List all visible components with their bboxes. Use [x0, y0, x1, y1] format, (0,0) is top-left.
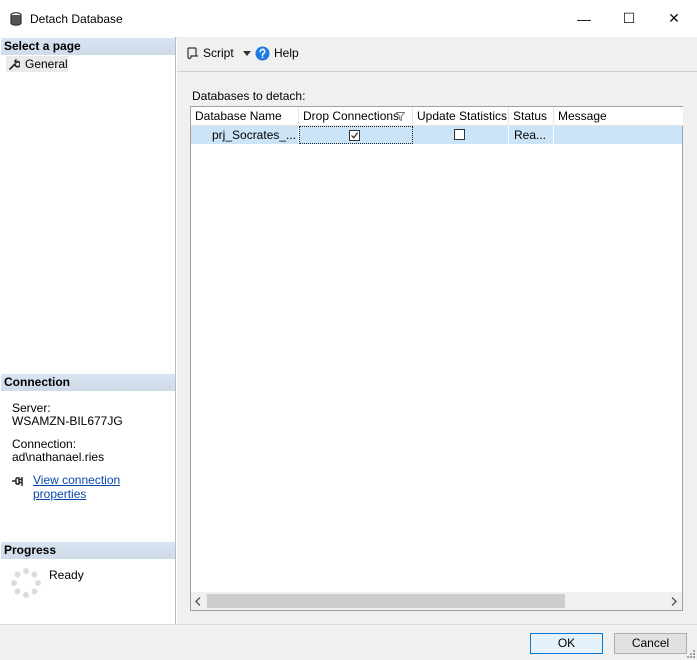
scrollbar-thumb[interactable]: [207, 594, 565, 608]
cell-drop-connections[interactable]: [299, 126, 413, 144]
cell-message[interactable]: [554, 126, 682, 144]
update-statistics-checkbox[interactable]: [454, 129, 465, 140]
column-header-message[interactable]: Message: [554, 107, 683, 126]
cancel-button[interactable]: Cancel: [614, 633, 687, 654]
ok-button[interactable]: OK: [530, 633, 603, 654]
page-item-general[interactable]: General: [6, 56, 68, 72]
help-button[interactable]: Help: [255, 45, 300, 63]
progress-status: Ready: [49, 568, 84, 582]
help-label: Help: [274, 46, 299, 60]
resize-grip-icon[interactable]: [687, 650, 695, 658]
minimize-button[interactable]: —: [561, 0, 607, 37]
connection-label: Connection:: [12, 437, 77, 451]
cell-database-name[interactable]: prj_Socrates_...: [191, 126, 299, 144]
page-item-label: General: [25, 57, 68, 71]
script-label: Script: [203, 46, 234, 60]
plug-icon: [12, 477, 23, 486]
connection-value: ad\nathanael.ries: [12, 450, 105, 464]
database-icon: [10, 12, 22, 26]
column-header-status[interactable]: Status: [509, 107, 554, 126]
checkmark-icon: [351, 132, 359, 139]
button-bar: OK Cancel: [0, 624, 697, 660]
window-title: Detach Database: [30, 12, 123, 26]
minimize-icon: —: [577, 10, 591, 27]
progress-spinner-icon: [11, 568, 41, 598]
progress-header: Progress: [1, 542, 175, 559]
help-icon: [255, 46, 270, 61]
script-button[interactable]: Script: [183, 45, 253, 63]
script-icon: [187, 47, 198, 60]
column-header-database-name[interactable]: Database Name: [191, 107, 299, 126]
toolbar: Script Help: [177, 37, 697, 72]
chevron-down-icon: [243, 51, 251, 56]
maximize-button[interactable]: ☐: [606, 0, 652, 37]
main-panel: Script Help Databases to detach: Databas…: [177, 37, 697, 624]
close-icon: ✕: [668, 10, 680, 26]
server-label: Server:: [12, 401, 51, 415]
column-header-drop-connections[interactable]: Drop Connections: [299, 107, 413, 126]
column-header-update-statistics[interactable]: Update Statistics: [413, 107, 509, 126]
cell-update-statistics[interactable]: [413, 126, 509, 144]
maximize-icon: ☐: [622, 10, 636, 26]
left-panel: Select a page General Connection Server:…: [1, 37, 176, 624]
connection-header: Connection: [1, 374, 175, 391]
drop-connections-checkbox[interactable]: [349, 130, 360, 141]
grid-caption: Databases to detach:: [192, 89, 306, 103]
column-header-label: Drop Connections: [303, 109, 400, 123]
wrench-icon: [9, 59, 20, 70]
databases-grid: Database Name Drop Connections Update St…: [190, 106, 683, 611]
close-button[interactable]: ✕: [651, 0, 697, 37]
cell-status[interactable]: Rea...: [509, 126, 554, 144]
filter-icon: [396, 112, 405, 121]
scroll-right-icon[interactable]: [671, 597, 677, 606]
scroll-left-icon[interactable]: [195, 597, 201, 606]
title-bar: Detach Database — ☐ ✕: [0, 0, 697, 38]
select-page-header: Select a page: [1, 38, 175, 55]
server-value: WSAMZN-BIL677JG: [12, 414, 123, 428]
horizontal-scrollbar[interactable]: [191, 592, 682, 610]
view-connection-properties-link[interactable]: View connection properties: [33, 473, 175, 501]
